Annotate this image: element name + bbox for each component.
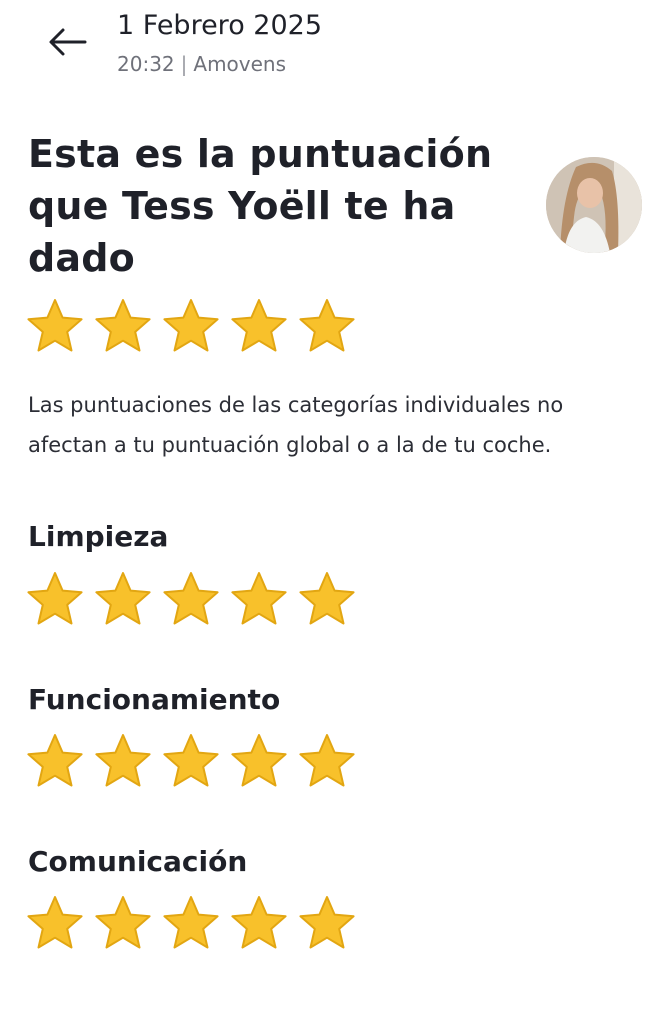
star-icon — [299, 299, 355, 352]
header-date: 1 Febrero 2025 — [117, 10, 323, 41]
header-separator: | — [180, 52, 188, 76]
star-icon — [231, 299, 287, 352]
category-stars-comunicacion — [25, 894, 357, 954]
star-icon — [95, 299, 151, 352]
star-icon — [163, 896, 219, 949]
header-time: 20:32 — [117, 52, 175, 76]
category-stars-limpieza — [25, 570, 357, 630]
star-icon — [231, 734, 287, 787]
star-icon — [163, 572, 219, 625]
category-label-limpieza: Limpieza — [28, 520, 169, 553]
star-icon — [95, 572, 151, 625]
star-icon — [299, 896, 355, 949]
rating-notice: Las puntuaciones de las categorías indiv… — [28, 393, 564, 457]
avatar[interactable] — [546, 157, 642, 253]
star-icon — [95, 896, 151, 949]
star-icon — [27, 734, 83, 787]
star-icon — [231, 896, 287, 949]
avatar-image — [546, 157, 642, 253]
category-label-funcionamiento: Funcionamiento — [28, 683, 281, 716]
category-stars-funcionamiento — [25, 732, 357, 792]
star-icon — [27, 896, 83, 949]
star-icon — [27, 299, 83, 352]
star-icon — [163, 734, 219, 787]
star-icon — [231, 572, 287, 625]
header-company: Amovens — [193, 52, 287, 76]
star-icon — [299, 572, 355, 625]
page-title: Esta es la puntuación que Tess Yoëll te … — [28, 132, 493, 280]
top-bar: 1 Febrero 2025 20:32 | Amovens — [0, 0, 669, 90]
star-icon — [95, 734, 151, 787]
star-icon — [299, 734, 355, 787]
star-icon — [27, 572, 83, 625]
star-icon — [163, 299, 219, 352]
overall-rating-stars — [25, 297, 357, 357]
header-meta: 20:32 | Amovens — [117, 52, 286, 76]
arrow-left-icon — [49, 28, 87, 56]
back-button[interactable] — [44, 22, 90, 62]
category-label-comunicacion: Comunicación — [28, 845, 248, 878]
